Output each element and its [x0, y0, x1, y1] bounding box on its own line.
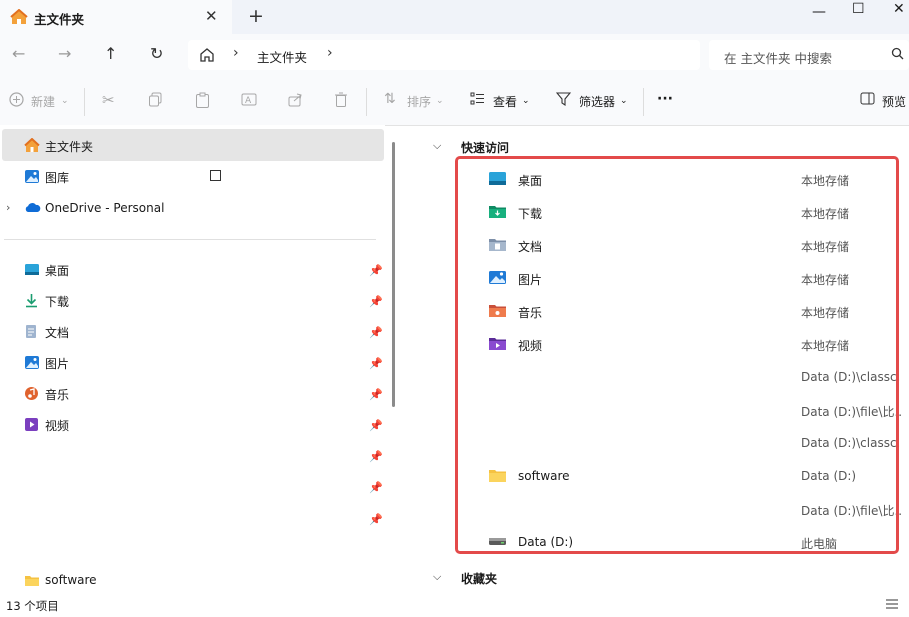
tab-close-button[interactable]: ✕ [205, 7, 218, 25]
quick-access-header[interactable]: 快速访问 [461, 139, 509, 156]
pictures-icon [24, 355, 40, 370]
new-icon[interactable] [9, 92, 24, 107]
pin-icon[interactable]: 📌 [369, 326, 383, 339]
share-icon[interactable] [288, 92, 303, 107]
folder-icon [24, 574, 40, 587]
preview-button[interactable]: 预览 [882, 93, 906, 110]
details-view-icon[interactable] [885, 598, 899, 610]
filter-icon[interactable] [556, 92, 571, 106]
breadcrumb-home[interactable]: 主文件夹 [257, 47, 307, 66]
video-icon [24, 417, 39, 432]
pin-icon[interactable]: 📌 [369, 481, 383, 494]
toolbar-divider [84, 88, 85, 116]
new-tab-button[interactable]: + [248, 5, 264, 27]
music-icon [24, 386, 39, 401]
nav-documents[interactable]: 文档 [45, 324, 69, 341]
refresh-icon[interactable]: ↻ [150, 44, 163, 63]
chevron-down-icon[interactable]: ⌄ [436, 96, 444, 106]
address-home-icon[interactable] [199, 47, 215, 63]
filter-button[interactable]: 筛选器 [579, 93, 615, 110]
command-bar [0, 78, 909, 126]
highlight-box [455, 156, 899, 554]
tab-title: 主文件夹 [34, 12, 85, 27]
scrollbar[interactable] [392, 142, 395, 407]
more-options-button[interactable]: ··· [657, 91, 673, 107]
toolbar-divider [366, 88, 367, 116]
nav-gallery[interactable]: 图库 [45, 169, 69, 186]
cloud-icon [24, 202, 41, 213]
chevron-down-icon[interactable]: ⌄ [522, 96, 530, 106]
toolbar-divider [643, 88, 644, 116]
breadcrumb-separator[interactable]: › [233, 45, 239, 61]
pin-icon[interactable]: 📌 [369, 450, 383, 463]
pin-icon[interactable]: 📌 [369, 388, 383, 401]
preview-pane-icon[interactable] [860, 92, 875, 105]
cut-icon[interactable]: ✂ [102, 91, 115, 109]
nav-videos[interactable]: 视频 [45, 417, 69, 434]
pin-icon[interactable]: 📌 [369, 513, 383, 526]
status-bar [0, 595, 909, 617]
view-button[interactable]: 查看 [493, 93, 517, 110]
home-icon [24, 138, 40, 153]
sort-icon[interactable]: ⇅ [384, 91, 396, 107]
nav-pictures[interactable]: 图片 [45, 355, 69, 372]
nav-onedrive[interactable]: OneDrive - Personal [45, 201, 164, 215]
sort-button[interactable]: 排序 [407, 93, 431, 110]
chevron-down-icon[interactable]: ⌵ [433, 570, 441, 584]
pin-icon[interactable]: 📌 [369, 419, 383, 432]
chevron-down-icon[interactable]: ⌄ [61, 96, 69, 106]
favorites-header[interactable]: 收藏夹 [461, 570, 497, 587]
svg-text:A: A [245, 96, 252, 106]
download-icon [24, 293, 39, 308]
minimize-button[interactable]: — [812, 4, 826, 20]
forward-icon[interactable]: → [58, 44, 71, 63]
paste-icon[interactable] [195, 92, 210, 108]
nav-downloads[interactable]: 下载 [45, 293, 69, 310]
delete-icon[interactable] [334, 92, 348, 107]
pin-icon[interactable]: 📌 [369, 295, 383, 308]
nav-home-label: 主文件夹 [45, 140, 94, 154]
search-icon[interactable] [891, 47, 904, 60]
item-count: 13 个项目 [6, 599, 59, 613]
document-icon [24, 324, 38, 339]
breadcrumb-separator[interactable]: › [327, 45, 333, 61]
chevron-down-icon[interactable]: ⌄ [620, 96, 628, 106]
checkbox[interactable] [210, 170, 221, 181]
pin-icon[interactable]: 📌 [369, 264, 383, 277]
close-window-button[interactable]: ✕ [893, 1, 905, 17]
search-input[interactable]: 在 主文件夹 中搜索 [724, 48, 832, 67]
desktop-icon [24, 263, 40, 276]
nav-music[interactable]: 音乐 [45, 386, 69, 403]
back-icon[interactable]: ← [12, 44, 25, 63]
up-icon[interactable]: ↑ [104, 44, 117, 63]
copy-icon[interactable] [148, 92, 163, 107]
gallery-icon [24, 169, 40, 184]
pin-icon[interactable]: 📌 [369, 357, 383, 370]
chevron-down-icon[interactable]: ⌵ [433, 139, 441, 153]
nav-desktop[interactable]: 桌面 [45, 262, 69, 279]
nav-divider [4, 239, 376, 240]
view-icon[interactable] [470, 92, 485, 106]
nav-software[interactable]: software [45, 573, 97, 587]
expand-chevron-icon[interactable]: › [6, 201, 10, 214]
new-button[interactable]: 新建 [31, 93, 55, 110]
home-icon [10, 9, 28, 25]
rename-icon[interactable]: A [241, 92, 257, 107]
maximize-button[interactable]: ☐ [852, 1, 865, 17]
